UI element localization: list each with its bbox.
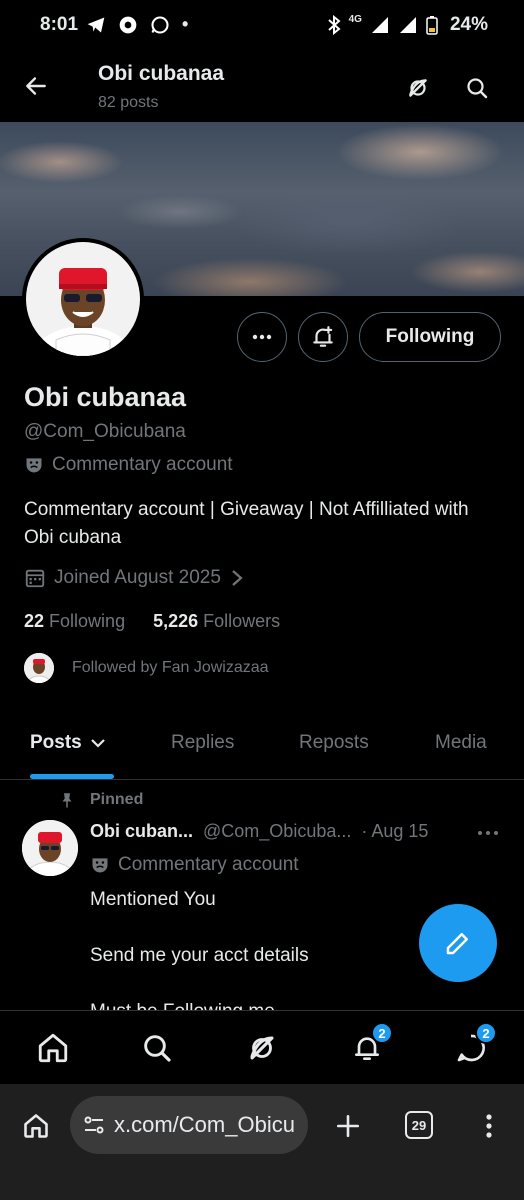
search-button[interactable] [457,68,497,108]
nav-search[interactable] [137,1028,177,1068]
following-count: 22 [24,611,45,631]
notification-dot: • [182,14,189,34]
whatsapp-icon [151,15,169,34]
grok-icon [409,79,427,97]
post-body[interactable]: Mentioned You Send me your acct details … [90,886,309,1010]
follow-counts: 22 Following 5,226 Followers [24,611,280,632]
tab-replies[interactable]: Replies [171,732,234,754]
tab-media[interactable]: Media [435,732,487,754]
site-settings-icon [84,1116,104,1134]
home-icon [24,1114,48,1138]
post-author-handle[interactable]: @Com_Obicuba... [203,821,351,842]
post-header: Obi cuban... @Com_Obicuba... · Aug 15 [90,821,428,842]
profile-name: Obi cubanaa [24,382,187,412]
post-author-name[interactable]: Obi cuban... [90,821,193,842]
signal-icon-2 [399,17,416,33]
notifications-badge: 2 [371,1022,393,1044]
compose-icon [446,933,468,955]
nav-messages[interactable]: 2 [451,1022,497,1068]
joined-text: Joined August 2025 [54,567,221,588]
profile-bio: Commentary account | Giveaway | Not Affi… [24,499,469,548]
profile-header [0,52,524,122]
search-icon [467,78,488,99]
chrome-icon [119,16,137,33]
telegram-icon [87,17,105,32]
more-options-button[interactable] [237,312,287,362]
tab-reposts[interactable]: Reposts [299,732,369,754]
chevron-down-icon [90,739,105,748]
followers-label: Followers [203,611,281,631]
automated-label[interactable]: Commentary account [24,454,233,476]
profile-avatar[interactable] [22,238,144,360]
pin-icon [62,793,72,808]
battery-percent: 24% [449,14,488,35]
address-bar[interactable]: x.com/Com_Obicu [70,1096,308,1154]
browser-home-button[interactable] [16,1106,56,1146]
follower-avatar [24,653,54,683]
page-title: Obi cubanaa [98,62,225,85]
plus-icon [336,1114,360,1138]
tab-switcher-button[interactable]: 29 [405,1111,433,1139]
joined-date[interactable]: Joined August 2025 [24,567,245,589]
status-time: 8:01 [40,14,79,35]
pinned-label: Pinned [90,791,144,808]
post-author-avatar[interactable] [22,820,78,876]
post-line-3: Must be Following me [90,998,309,1010]
back-button[interactable] [18,66,54,106]
following-button[interactable]: Following [359,312,501,362]
post-line-1: Mentioned You [90,889,216,910]
post-count: 82 posts [98,94,159,111]
signal-icon [371,17,388,33]
following-count-link[interactable]: 22 Following [24,611,125,632]
post-date[interactable]: · Aug 15 [361,821,428,842]
label-text: Commentary account [52,454,233,475]
arrow-left-icon [26,77,46,95]
search-icon [144,1035,171,1062]
followed-by[interactable]: Followed by Fan Jowizazaa [24,653,269,683]
messages-badge: 2 [475,1022,497,1044]
home-icon [38,1033,68,1063]
bluetooth-icon [327,15,341,35]
battery-icon [426,16,438,35]
grok-button[interactable] [398,68,438,108]
nav-grok[interactable] [242,1028,282,1068]
nav-home[interactable] [33,1028,73,1068]
followers-count-link[interactable]: 5,226 Followers [153,611,280,632]
post-avatar-image [22,820,78,876]
network-type: 4G [348,14,362,25]
following-label: Following [49,611,126,631]
tab-posts[interactable]: Posts [30,732,108,754]
calendar-icon [25,569,45,588]
kebab-menu-icon [486,1114,492,1138]
nav-notifications[interactable]: 2 [347,1022,393,1068]
grok-icon [250,1036,274,1060]
notification-settings-button[interactable] [298,312,348,362]
pinned-indicator: Pinned [58,791,143,809]
status-right-icons: 4G 24% [327,14,488,36]
profile-handle: @Com_Obicubana [24,421,186,442]
new-tab-button[interactable] [328,1106,368,1146]
bell-plus-icon [313,326,333,347]
post-label-text: Commentary account [118,854,299,875]
avatar-image [26,242,140,356]
followers-count: 5,226 [153,611,199,631]
browser-menu-button[interactable] [474,1106,504,1146]
more-icon [478,831,498,835]
post-line-2: Send me your acct details [90,945,309,966]
theater-mask-icon [92,858,108,873]
compose-post-button[interactable] [419,904,497,982]
followed-by-text: Followed by Fan Jowizazaa [72,659,269,676]
post-automated-label[interactable]: Commentary account [90,854,299,876]
more-icon [252,334,272,340]
active-tab-indicator [30,774,114,779]
url-text: x.com/Com_Obicu [114,1112,295,1137]
theater-mask-icon [26,458,42,473]
status-left-icons: • [86,14,188,35]
post-more-button[interactable] [474,822,502,844]
tab-posts-label: Posts [30,732,82,753]
chevron-right-icon [232,570,243,586]
